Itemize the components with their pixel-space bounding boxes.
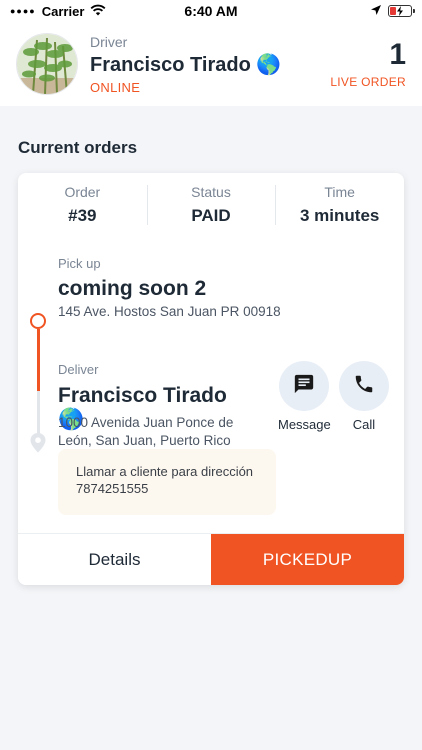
pickup-label: Pick up — [58, 256, 101, 271]
time-value: 3 minutes — [300, 206, 380, 225]
pickup-dot-icon — [30, 313, 46, 329]
status-icons — [370, 4, 415, 19]
driver-label: Driver — [90, 33, 128, 50]
order-card[interactable]: Order #39 Status PAID Time 3 minutes Pic… — [18, 173, 404, 585]
driver-info: Driver Francisco Tirado 🌎 ONLINE — [90, 34, 330, 95]
route-line-progress — [37, 329, 40, 391]
live-order-label: LIVE ORDER — [330, 75, 406, 89]
pickedup-button[interactable]: PICKEDUP — [211, 534, 404, 585]
order-summary: Order #39 Status PAID Time 3 minutes — [18, 173, 404, 237]
card-actions: Details PICKEDUP — [18, 533, 404, 585]
dots-icon: ●●●● — [10, 6, 36, 16]
live-orders-counter: 1 LIVE ORDER — [330, 38, 406, 90]
phone-icon — [353, 373, 375, 400]
avatar[interactable] — [16, 33, 78, 95]
status-label: Status — [191, 184, 231, 200]
battery-charging-icon — [388, 5, 415, 17]
driver-name: Francisco Tirado 🌎 — [90, 53, 282, 76]
route-line-remaining — [37, 391, 40, 437]
message-circle[interactable] — [279, 361, 330, 411]
deliver-address: 1000 Avenida Juan Ponce de León, San Jua… — [58, 415, 234, 448]
live-order-count: 1 — [389, 38, 406, 71]
details-button[interactable]: Details — [18, 534, 211, 585]
delivery-note: Llamar a cliente para dirección 78742515… — [58, 449, 276, 515]
location-arrow-icon — [370, 4, 382, 19]
call-button[interactable]: Call — [339, 361, 389, 432]
driver-online-status[interactable]: ONLINE — [90, 80, 330, 95]
section-title: Current orders — [18, 138, 138, 157]
order-time-col: Time 3 minutes — [275, 173, 404, 237]
deliver-label: Deliver — [58, 362, 99, 377]
carrier-group: ●●●● Carrier — [10, 4, 106, 19]
carrier-label: Carrier — [41, 3, 85, 19]
order-label: Order — [64, 184, 101, 200]
order-status-col: Status PAID — [146, 173, 276, 237]
message-label: Message — [278, 417, 331, 432]
message-icon — [293, 373, 315, 400]
message-button[interactable]: Message — [278, 361, 331, 432]
pickup-name: coming soon 2 — [58, 277, 207, 300]
status-bar: ●●●● Carrier 6:40 AM — [0, 0, 422, 22]
route-timeline — [30, 313, 50, 453]
order-number: #39 — [68, 206, 97, 225]
driver-header: Driver Francisco Tirado 🌎 ONLINE 1 LIVE … — [0, 22, 422, 106]
pickup-address: 145 Ave. Hostos San Juan PR 00918 — [58, 304, 281, 319]
wifi-icon — [90, 4, 106, 19]
call-label: Call — [352, 417, 376, 432]
time-label: Time — [324, 184, 355, 200]
call-circle[interactable] — [339, 361, 389, 411]
status-value: PAID — [191, 206, 231, 225]
map-pin-icon — [30, 433, 46, 458]
order-number-col: Order #39 — [18, 173, 147, 237]
